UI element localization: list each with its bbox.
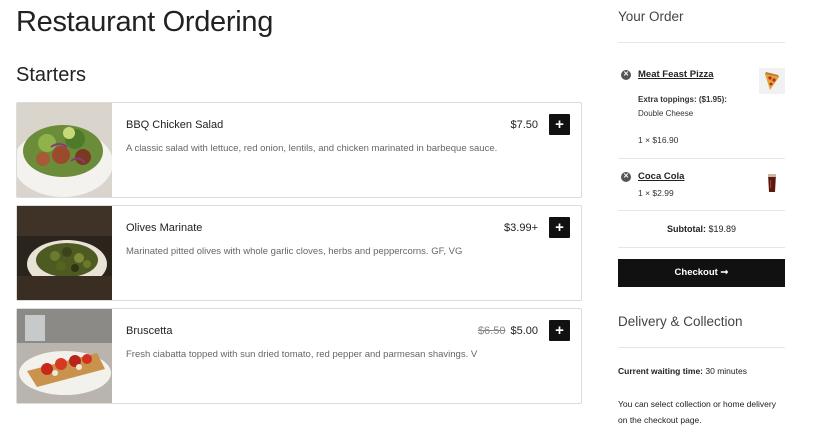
item-name: Olives Marinate bbox=[126, 222, 203, 234]
order-line-qty-price: 1 × $16.90 bbox=[638, 135, 679, 145]
order-line-qty-price: 1 × $2.99 bbox=[638, 188, 674, 198]
menu-list: BBQ Chicken Salad A classic salad with l… bbox=[16, 102, 582, 411]
item-name: Bruscetta bbox=[126, 325, 173, 337]
order-line-name[interactable]: Coca Cola bbox=[638, 171, 684, 182]
cola-glass-icon bbox=[759, 170, 785, 196]
menu-item-bbq-chicken-salad[interactable]: BBQ Chicken Salad A classic salad with l… bbox=[16, 102, 582, 198]
item-price-value: $5.00 bbox=[510, 325, 538, 337]
pizza-slice-icon bbox=[759, 68, 785, 94]
order-subtotal: Subtotal: $19.89 bbox=[618, 224, 785, 234]
order-line-extras-value: Double Cheese bbox=[638, 109, 694, 118]
delivery-note: You can select collection or home delive… bbox=[618, 399, 776, 425]
order-line-name[interactable]: Meat Feast Pizza bbox=[638, 69, 714, 80]
item-price: $6.50 $5.00 bbox=[478, 325, 538, 337]
menu-item-olives-marinate[interactable]: Olives Marinate Marinated pitted olives … bbox=[16, 205, 582, 301]
menu-item-bruscetta[interactable]: Bruscetta Fresh ciabatta topped with sun… bbox=[16, 308, 582, 404]
waiting-time-label: Current waiting time: bbox=[618, 366, 704, 376]
add-to-order-button[interactable]: + bbox=[549, 217, 570, 238]
item-price: $3.99+ bbox=[504, 222, 538, 234]
remove-item-icon[interactable]: ✕ bbox=[621, 70, 631, 80]
item-name: BBQ Chicken Salad bbox=[126, 119, 224, 131]
item-old-price: $6.50 bbox=[477, 325, 506, 337]
subtotal-value: $19.89 bbox=[708, 224, 737, 234]
add-to-order-button[interactable]: + bbox=[549, 114, 570, 135]
divider bbox=[618, 247, 785, 248]
item-price-value: $7.50 bbox=[510, 119, 538, 131]
item-description: A classic salad with lettuce, red onion,… bbox=[126, 143, 498, 154]
divider bbox=[618, 42, 785, 43]
item-description: Fresh ciabatta topped with sun dried tom… bbox=[126, 349, 478, 360]
food-photo-salad bbox=[17, 103, 112, 197]
divider bbox=[618, 347, 785, 348]
extras-label: Extra toppings: ($1.95): bbox=[638, 95, 727, 104]
section-title-starters: Starters bbox=[16, 64, 87, 86]
item-price-value: $3.99+ bbox=[504, 222, 538, 234]
divider bbox=[618, 210, 785, 211]
checkout-button[interactable]: Checkout ➞ bbox=[618, 259, 785, 287]
waiting-time-value: 30 minutes bbox=[705, 366, 747, 376]
item-price: $7.50 bbox=[510, 119, 538, 131]
delivery-collection-title: Delivery & Collection bbox=[618, 314, 743, 329]
waiting-time: Current waiting time: 30 minutes bbox=[618, 366, 747, 376]
order-line-extras: Extra toppings: ($1.95): bbox=[638, 95, 727, 104]
food-photo-olives bbox=[17, 206, 112, 300]
your-order-title: Your Order bbox=[618, 9, 684, 24]
remove-item-icon[interactable]: ✕ bbox=[621, 172, 631, 182]
add-to-order-button[interactable]: + bbox=[549, 320, 570, 341]
page-title: Restaurant Ordering bbox=[16, 6, 274, 38]
subtotal-label: Subtotal: bbox=[666, 224, 706, 234]
food-photo-bruscetta bbox=[17, 309, 112, 403]
divider bbox=[618, 158, 785, 159]
item-description: Marinated pitted olives with whole garli… bbox=[126, 246, 463, 257]
